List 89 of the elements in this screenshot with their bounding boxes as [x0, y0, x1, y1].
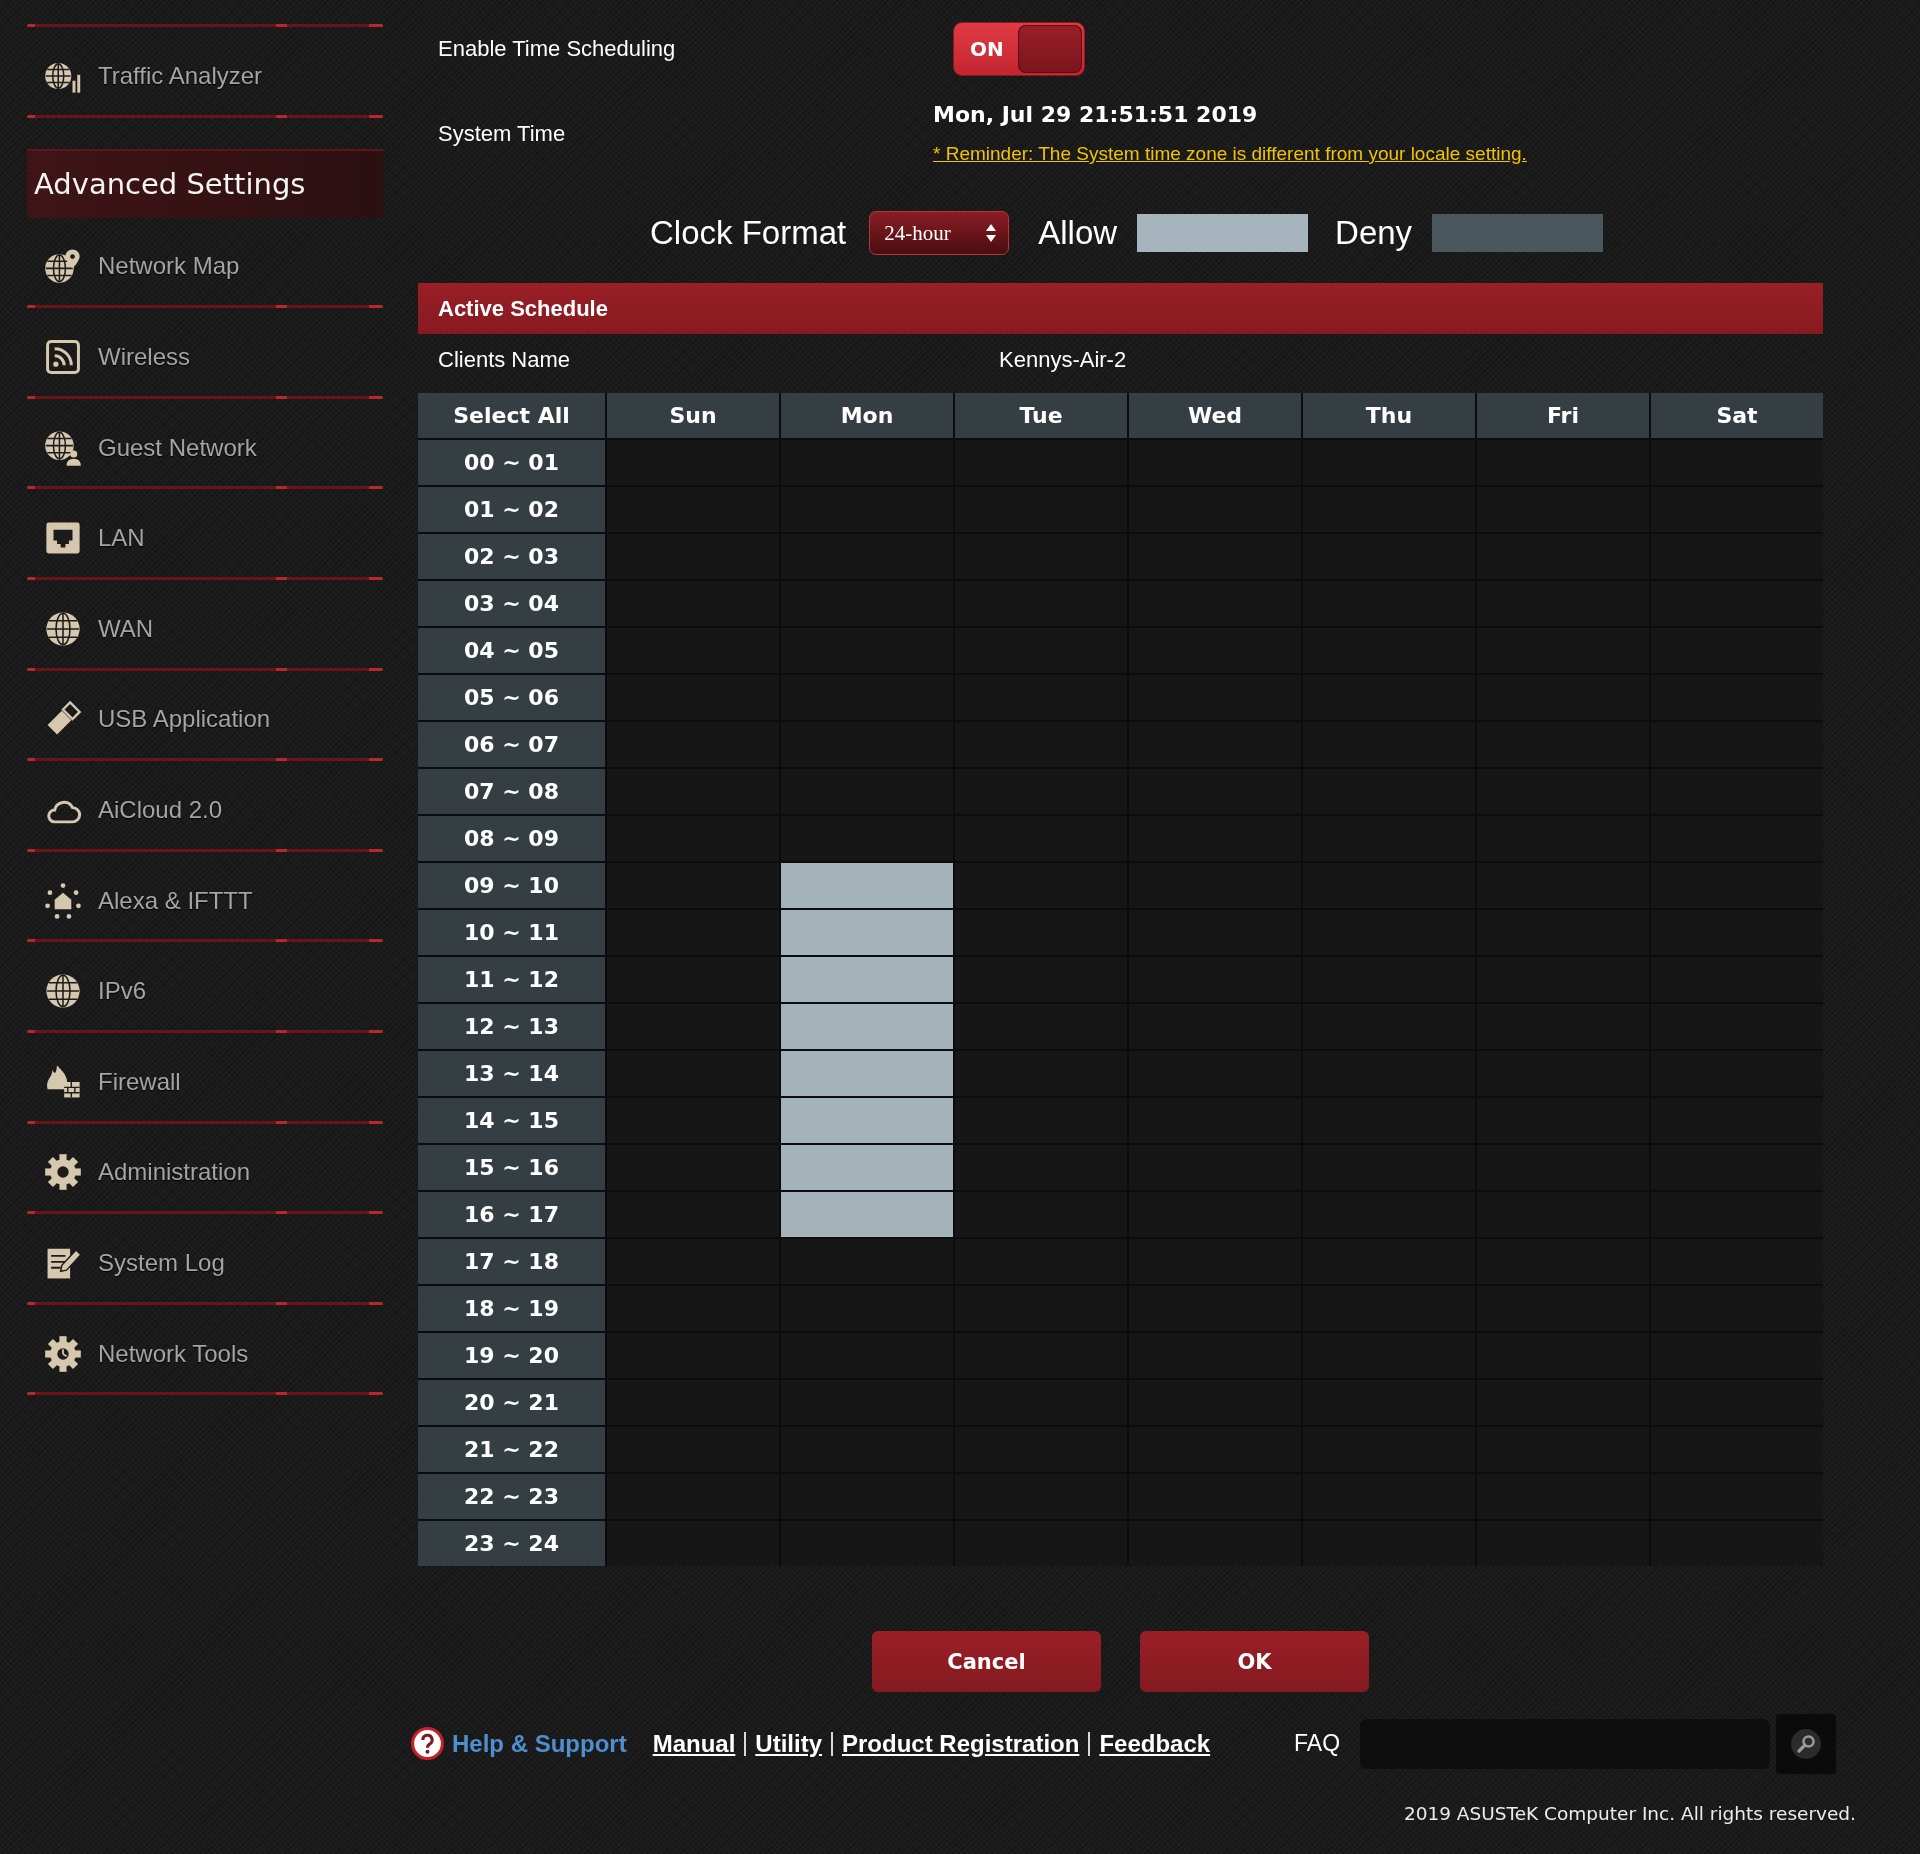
legend-label: Deny — [1335, 214, 1413, 252]
sidebar-item[interactable]: System Log — [44, 1243, 225, 1282]
sidebar-item[interactable]: Guest Network — [44, 428, 257, 467]
schedule-cell[interactable] — [781, 1145, 953, 1190]
column-header[interactable]: Select All — [418, 393, 605, 438]
sidebar-item[interactable]: Firewall — [44, 1062, 181, 1101]
wifi-icon — [44, 338, 82, 376]
row-header[interactable]: 11 ~ 12 — [418, 957, 605, 1002]
schedule-cell[interactable] — [781, 957, 953, 1002]
row-header[interactable]: 13 ~ 14 — [418, 1051, 605, 1096]
section-title: Advanced Settings — [27, 148, 383, 218]
footer-link[interactable]: Product Registration — [842, 1729, 1080, 1758]
row-header[interactable]: 23 ~ 24 — [418, 1521, 605, 1566]
search-button[interactable] — [1776, 1713, 1837, 1774]
column-header[interactable]: Mon — [781, 393, 953, 438]
gear-icon — [44, 1153, 82, 1192]
footer-link[interactable]: Feedback — [1099, 1729, 1211, 1758]
row-header[interactable]: 14 ~ 15 — [418, 1098, 605, 1143]
sidebar-item[interactable]: Traffic Analyzer — [44, 56, 263, 95]
footer-link[interactable]: Utility — [755, 1729, 822, 1758]
sidebar-item[interactable]: Administration — [44, 1153, 251, 1192]
row-header[interactable]: 08 ~ 09 — [418, 816, 605, 861]
row-header[interactable]: 15 ~ 16 — [418, 1145, 605, 1190]
sidebar-item[interactable]: Network Tools — [44, 1334, 249, 1373]
toggle-knob — [1018, 25, 1082, 73]
sidebar-item[interactable]: Alexa & IFTTT — [44, 881, 253, 920]
globe-icon — [44, 972, 82, 1011]
row-header[interactable]: 07 ~ 08 — [418, 769, 605, 814]
faq-label: FAQ — [1294, 1730, 1341, 1757]
column-header[interactable]: Wed — [1129, 393, 1301, 438]
globe-icon — [44, 609, 82, 648]
sidebar-item[interactable]: AiCloud 2.0 — [44, 790, 223, 829]
schedule-cell[interactable] — [781, 863, 953, 908]
row-header[interactable]: 02 ~ 03 — [418, 534, 605, 579]
schedule-cell[interactable] — [781, 910, 953, 955]
row-header[interactable]: 16 ~ 17 — [418, 1192, 605, 1237]
row-header[interactable]: 12 ~ 13 — [418, 1004, 605, 1049]
row-header[interactable]: 20 ~ 21 — [418, 1380, 605, 1425]
column-header[interactable]: Sun — [607, 393, 779, 438]
client-name-value: Kennys-Air-2 — [999, 347, 1128, 373]
column-header[interactable]: Thu — [1303, 393, 1475, 438]
reminder-link[interactable]: * Reminder: The System time zone is different from your locale setting. — [933, 143, 1527, 165]
gear-clock-icon — [44, 1334, 82, 1373]
updown-arrows-icon — [986, 224, 997, 242]
schedule-cell[interactable] — [781, 1051, 953, 1096]
help-icon — [411, 1727, 444, 1760]
toggle-switch[interactable]: ON — [953, 22, 1085, 76]
ok-button[interactable]: OK — [1140, 1631, 1369, 1692]
globe-person-icon — [44, 428, 82, 467]
column-header[interactable]: Sat — [1651, 393, 1823, 438]
copyright-text: 2019 ASUSTeK Computer Inc. All rights reserved. — [1402, 1803, 1856, 1824]
globe-pin-icon — [44, 247, 82, 286]
search-icon — [1790, 1727, 1823, 1760]
help-link[interactable]: Help & Support — [452, 1729, 627, 1758]
field-label: System Time — [438, 120, 566, 147]
row-header[interactable]: 04 ~ 05 — [418, 628, 605, 673]
schedule-cell[interactable] — [781, 1004, 953, 1049]
house-network-icon — [44, 881, 82, 920]
row-header[interactable]: 06 ~ 07 — [418, 722, 605, 767]
clock-format-select[interactable]: 24-hour — [869, 211, 1010, 255]
legend-label: Allow — [1038, 214, 1118, 252]
schedule-cell[interactable] — [781, 1098, 953, 1143]
row-header[interactable]: 01 ~ 02 — [418, 487, 605, 532]
schedule-cell[interactable] — [781, 1192, 953, 1237]
row-header[interactable]: 19 ~ 20 — [418, 1333, 605, 1378]
field-label: Enable Time Scheduling — [438, 36, 676, 62]
row-header[interactable]: 18 ~ 19 — [418, 1286, 605, 1331]
row-header[interactable]: 22 ~ 23 — [418, 1474, 605, 1519]
sidebar-item[interactable]: IPv6 — [44, 972, 147, 1011]
field-label: Clients Name — [438, 347, 571, 373]
footer-link[interactable]: Manual — [652, 1729, 736, 1758]
sidebar-item[interactable]: WAN — [44, 609, 154, 648]
row-header[interactable]: 17 ~ 18 — [418, 1239, 605, 1284]
clock-format-label: Clock Format — [650, 214, 847, 252]
row-header[interactable]: 10 ~ 11 — [418, 910, 605, 955]
system-time-value: Mon, Jul 29 21:51:51 2019 — [933, 102, 1258, 128]
sidebar-item[interactable]: Network Map — [44, 247, 240, 286]
row-header[interactable]: 09 ~ 10 — [418, 863, 605, 908]
row-header[interactable]: 05 ~ 06 — [418, 675, 605, 720]
sidebar-item[interactable]: USB Application — [44, 700, 271, 739]
column-header[interactable]: Tue — [955, 393, 1127, 438]
cancel-button[interactable]: Cancel — [872, 1631, 1101, 1692]
column-header[interactable]: Fri — [1477, 393, 1649, 438]
sidebar-item[interactable]: LAN — [44, 519, 145, 558]
row-header[interactable]: 21 ~ 22 — [418, 1427, 605, 1472]
sidebar-item[interactable]: Wireless — [44, 338, 190, 376]
schedule-header: Active Schedule — [418, 283, 1823, 334]
row-header[interactable]: 00 ~ 01 — [418, 440, 605, 485]
row-header[interactable]: 03 ~ 04 — [418, 581, 605, 626]
